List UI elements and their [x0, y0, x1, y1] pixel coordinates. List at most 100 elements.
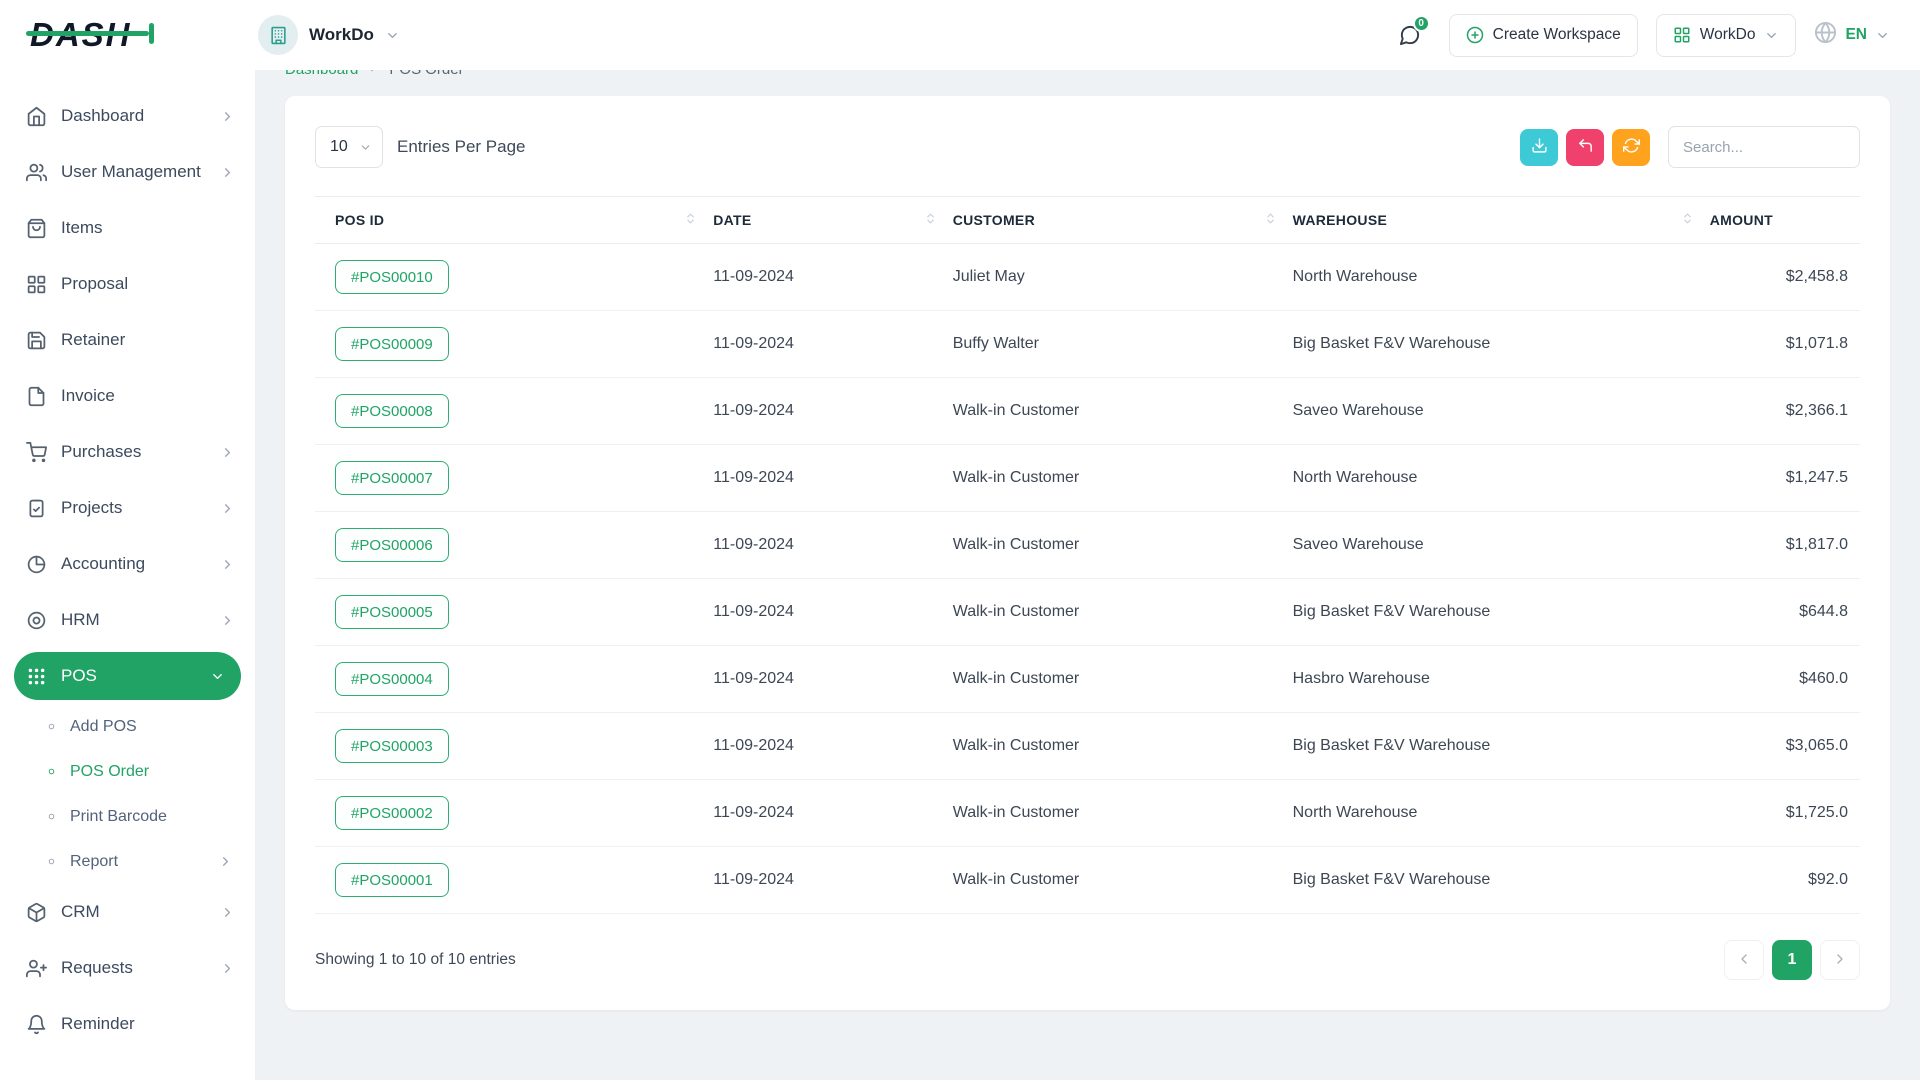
sidebar-item-proposal[interactable]: Proposal — [0, 256, 255, 312]
search-input[interactable] — [1668, 126, 1860, 168]
sidebar-item-requests[interactable]: Requests — [0, 940, 255, 996]
column-label: AMOUNT — [1710, 212, 1773, 228]
sidebar-item-purchases[interactable]: Purchases — [0, 424, 255, 480]
column-header-pos-id[interactable]: POS ID — [315, 197, 701, 244]
column-header-warehouse[interactable]: WAREHOUSE — [1281, 197, 1698, 244]
sidebar-item-invoice[interactable]: Invoice — [0, 368, 255, 424]
workspace-menu-button[interactable]: WorkDo — [1656, 14, 1797, 57]
sidebar-subitem-print-barcode[interactable]: Print Barcode — [0, 794, 255, 839]
warehouse-name: Hasbro Warehouse — [1281, 646, 1698, 713]
warehouse-name: North Warehouse — [1281, 244, 1698, 311]
save-icon — [26, 330, 47, 351]
nav-label: POS Order — [70, 763, 149, 781]
sort-icon — [684, 212, 697, 228]
warehouse-name: Big Basket F&V Warehouse — [1281, 847, 1698, 914]
sidebar-subitem-report[interactable]: Report — [0, 839, 255, 884]
pos-id-button[interactable]: #POS00008 — [335, 394, 449, 428]
customer-name: Juliet May — [941, 244, 1281, 311]
language-switcher[interactable]: EN — [1814, 21, 1890, 49]
column-label: DATE — [713, 212, 751, 228]
table-row: #POS0000611-09-2024Walk-in CustomerSaveo… — [315, 512, 1860, 579]
messages-button[interactable]: 0 — [1389, 14, 1431, 56]
chevron-right-icon — [220, 613, 235, 628]
chevron-right-icon — [220, 165, 235, 180]
package-icon — [26, 902, 47, 923]
warehouse-name: Big Basket F&V Warehouse — [1281, 713, 1698, 780]
warehouse-name: Saveo Warehouse — [1281, 378, 1698, 445]
pagination-next-button[interactable] — [1820, 940, 1860, 980]
nav-label: Dashboard — [61, 106, 144, 126]
nav-label: Proposal — [61, 274, 128, 294]
sidebar-subitem-add-pos[interactable]: Add POS — [0, 704, 255, 749]
workspace-switcher[interactable]: WorkDo — [258, 15, 400, 55]
create-workspace-label: Create Workspace — [1493, 26, 1621, 44]
chevron-down-icon — [385, 28, 400, 43]
nav-label: User Management — [61, 162, 201, 182]
entries-per-page-select[interactable]: 10 — [315, 126, 383, 168]
order-date: 11-09-2024 — [701, 311, 940, 378]
cart-icon — [26, 442, 47, 463]
nav-label: Retainer — [61, 330, 125, 350]
nav-label: Report — [70, 853, 118, 871]
column-header-date[interactable]: DATE — [701, 197, 940, 244]
column-label: WAREHOUSE — [1293, 212, 1388, 228]
circle-icon — [46, 766, 57, 777]
order-amount: $1,725.0 — [1698, 780, 1860, 847]
order-date: 11-09-2024 — [701, 378, 940, 445]
chevron-down-icon — [1875, 28, 1890, 43]
sidebar-item-retainer[interactable]: Retainer — [0, 312, 255, 368]
pos-id-button[interactable]: #POS00009 — [335, 327, 449, 361]
sidebar-item-user-management[interactable]: User Management — [0, 144, 255, 200]
order-date: 11-09-2024 — [701, 445, 940, 512]
chevron-right-icon — [220, 905, 235, 920]
chevron-right-icon — [220, 109, 235, 124]
column-header-customer[interactable]: CUSTOMER — [941, 197, 1281, 244]
pos-id-button[interactable]: #POS00007 — [335, 461, 449, 495]
sidebar-item-crm[interactable]: CRM — [0, 884, 255, 940]
pos-id-button[interactable]: #POS00005 — [335, 595, 449, 629]
nav-label: Add POS — [70, 718, 137, 736]
workspace-name: WorkDo — [309, 25, 374, 45]
chevron-right-icon — [218, 854, 233, 869]
plus-circle-icon — [1466, 26, 1484, 44]
sidebar-subitem-pos-order[interactable]: POS Order — [0, 749, 255, 794]
sidebar-item-accounting[interactable]: Accounting — [0, 536, 255, 592]
customer-name: Buffy Walter — [941, 311, 1281, 378]
pos-id-button[interactable]: #POS00006 — [335, 528, 449, 562]
sidebar-item-pos[interactable]: POS — [14, 652, 241, 700]
pos-id-button[interactable]: #POS00003 — [335, 729, 449, 763]
pos-orders-table: POS ID DATE CUSTOMER WAREHOUSE AMOUNT #POS00… — [315, 196, 1860, 914]
sidebar-item-dashboard[interactable]: Dashboard — [0, 88, 255, 144]
brand[interactable]: DASH — [30, 16, 258, 54]
pos-id-button[interactable]: #POS00010 — [335, 260, 449, 294]
users-icon — [26, 162, 47, 183]
sort-icon — [924, 212, 937, 228]
pos-id-button[interactable]: #POS00002 — [335, 796, 449, 830]
top-header: DASH WorkDo 0 Create Workspace WorkDo EN — [0, 0, 1920, 70]
undo-icon — [1577, 137, 1594, 157]
pagination-prev-button[interactable] — [1724, 940, 1764, 980]
sidebar-item-hrm[interactable]: HRM — [0, 592, 255, 648]
customer-name: Walk-in Customer — [941, 445, 1281, 512]
nav-label: Items — [61, 218, 103, 238]
chevron-right-icon — [220, 961, 235, 976]
export-button[interactable] — [1520, 129, 1558, 166]
reset-button[interactable] — [1566, 129, 1604, 166]
create-workspace-button[interactable]: Create Workspace — [1449, 14, 1638, 57]
nav-label: Projects — [61, 498, 122, 518]
sidebar-item-reminder[interactable]: Reminder — [0, 996, 255, 1052]
nav-label: Purchases — [61, 442, 141, 462]
entries-summary: Showing 1 to 10 of 10 entries — [315, 951, 516, 969]
order-amount: $1,071.8 — [1698, 311, 1860, 378]
pagination-page-1[interactable]: 1 — [1772, 940, 1812, 980]
app-logo[interactable]: DASH — [30, 16, 142, 54]
sidebar-item-projects[interactable]: Projects — [0, 480, 255, 536]
pos-id-button[interactable]: #POS00001 — [335, 863, 449, 897]
circle-icon — [46, 811, 57, 822]
sidebar-item-items[interactable]: Items — [0, 200, 255, 256]
pos-id-button[interactable]: #POS00004 — [335, 662, 449, 696]
customer-name: Walk-in Customer — [941, 579, 1281, 646]
order-date: 11-09-2024 — [701, 512, 940, 579]
table-row: #POS0001011-09-2024Juliet MayNorth Wareh… — [315, 244, 1860, 311]
refresh-button[interactable] — [1612, 129, 1650, 166]
